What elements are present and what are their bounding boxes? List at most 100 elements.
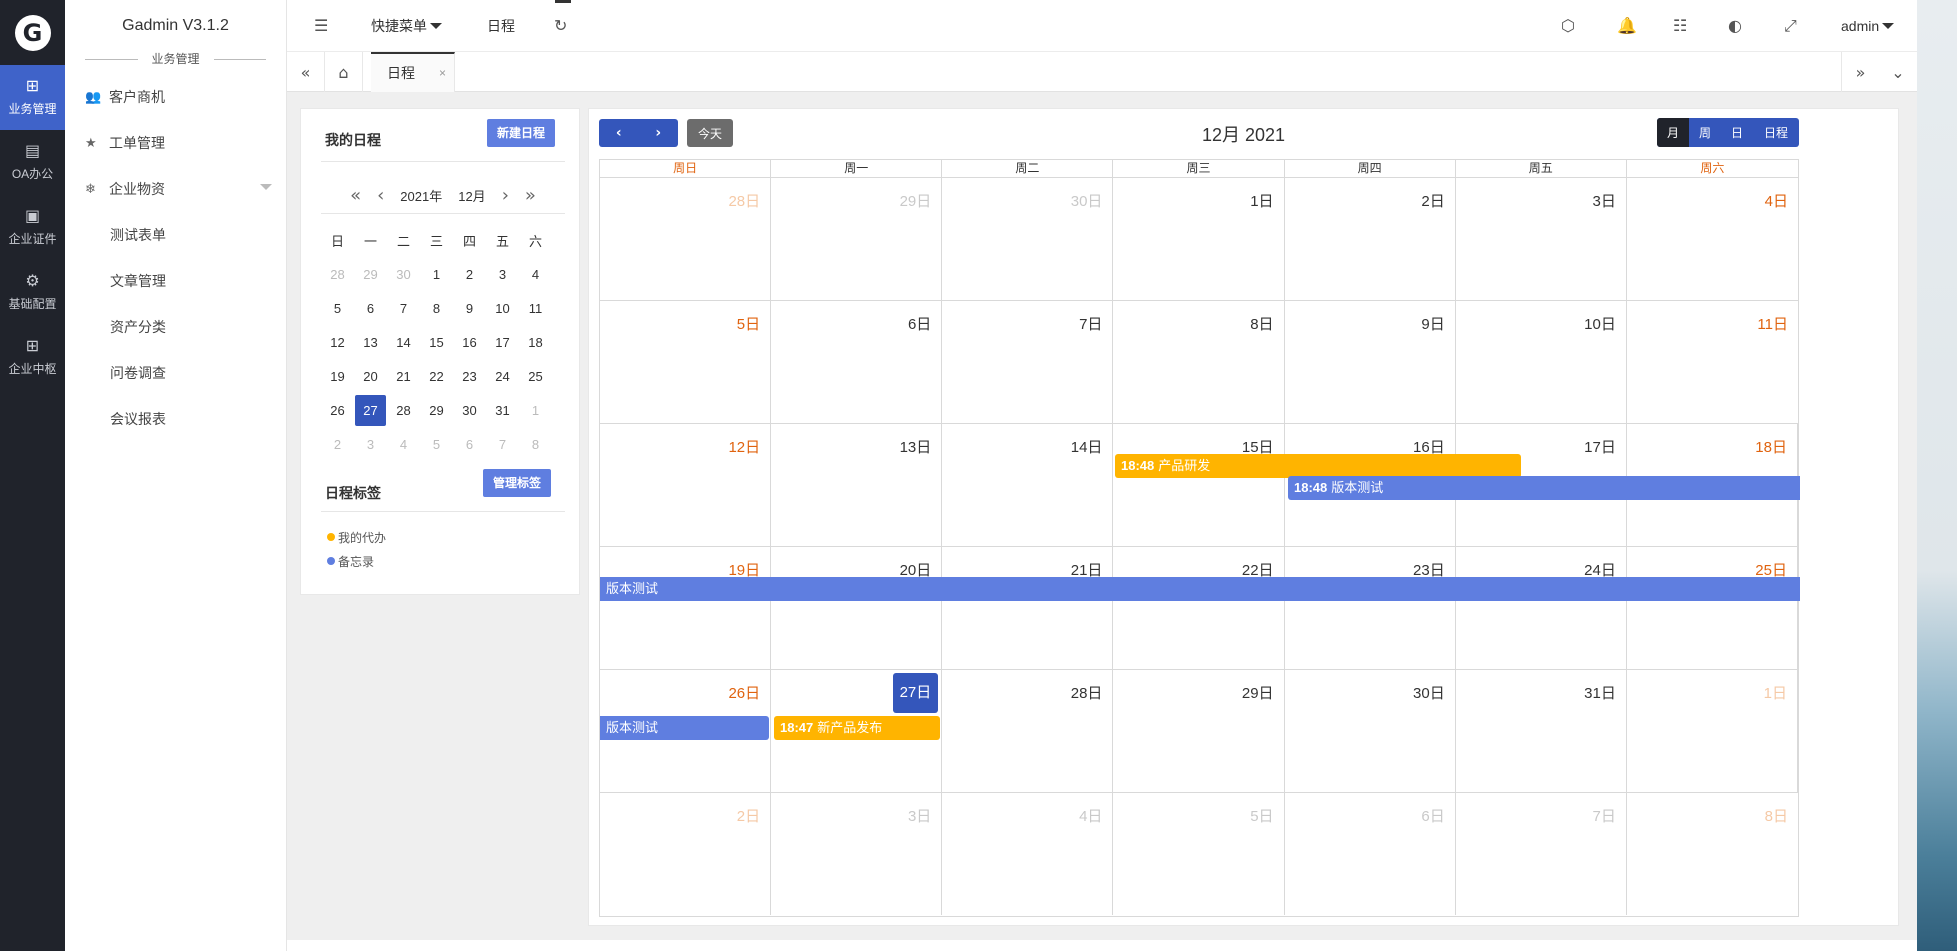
mini-day[interactable]: 15 xyxy=(420,325,453,359)
mini-day[interactable]: 29 xyxy=(420,393,453,427)
cube-icon[interactable]: ⬡ xyxy=(1561,0,1575,52)
calendar-day-cell[interactable]: 3日 xyxy=(771,793,943,915)
home-icon[interactable]: ⌂ xyxy=(325,52,363,92)
calendar-day-cell[interactable]: 28日 xyxy=(942,670,1114,792)
calendar-day-cell[interactable]: 15日 xyxy=(1113,424,1285,546)
logo[interactable]: G xyxy=(0,0,65,65)
calendar-day-cell[interactable]: 24日 xyxy=(1456,547,1627,669)
calendar-day-cell[interactable]: 29日 xyxy=(771,178,943,300)
mini-day[interactable]: 3 xyxy=(354,427,387,461)
calendar-day-cell[interactable]: 8日 xyxy=(1627,793,1798,915)
calendar-day-cell[interactable]: 5日 xyxy=(1113,793,1285,915)
mini-day[interactable]: 18 xyxy=(519,325,552,359)
calendar-day-cell[interactable]: 22日 xyxy=(1113,547,1285,669)
mini-day[interactable]: 8 xyxy=(420,291,453,325)
calendar-day-cell[interactable]: 29日 xyxy=(1113,670,1285,792)
calendar-day-cell[interactable]: 21日 xyxy=(942,547,1114,669)
palette-icon[interactable]: ◐ xyxy=(1728,0,1742,52)
new-schedule-button[interactable]: 新建日程 xyxy=(487,119,555,147)
rail-item-hub[interactable]: ⊞ 企业中枢 xyxy=(0,325,65,390)
mini-day[interactable]: 22 xyxy=(420,359,453,393)
view-agenda-button[interactable]: 日程 xyxy=(1753,118,1799,147)
calendar-day-cell[interactable]: 30日 xyxy=(942,178,1114,300)
mini-day[interactable]: 1 xyxy=(519,393,552,427)
chevron-down-icon[interactable]: ⌄ xyxy=(1879,52,1917,92)
calendar-day-cell[interactable]: 4日 xyxy=(942,793,1114,915)
calendar-day-cell[interactable]: 30日 xyxy=(1285,670,1456,792)
calendar-day-cell[interactable]: 8日 xyxy=(1113,301,1285,423)
menu-item-workorders[interactable]: ★ 工单管理 xyxy=(65,120,286,166)
mini-day[interactable]: 6 xyxy=(453,427,486,461)
calendar-day-cell[interactable]: 2日 xyxy=(600,793,772,915)
calendar-day-cell[interactable]: 25日 xyxy=(1627,547,1798,669)
calendar-day-cell[interactable]: 14日 xyxy=(942,424,1114,546)
mini-day[interactable]: 6 xyxy=(354,291,387,325)
mini-day[interactable]: 28 xyxy=(321,257,354,291)
submenu-item-surveys[interactable]: 问卷调查 xyxy=(65,350,286,396)
mini-day[interactable]: 19 xyxy=(321,359,354,393)
mini-day[interactable]: 31 xyxy=(486,393,519,427)
rail-item-business[interactable]: ⊞ 业务管理 xyxy=(0,65,65,130)
mini-day-today[interactable]: 27 xyxy=(354,393,387,427)
mini-day[interactable]: 28 xyxy=(387,393,420,427)
mini-day[interactable]: 4 xyxy=(519,257,552,291)
rail-item-config[interactable]: ⚙ 基础配置 xyxy=(0,260,65,325)
mini-day[interactable]: 16 xyxy=(453,325,486,359)
view-month-button[interactable]: 月 xyxy=(1657,118,1689,147)
mini-day[interactable]: 11 xyxy=(519,291,552,325)
calendar-day-cell[interactable]: 6日 xyxy=(771,301,943,423)
submenu-item-test-form[interactable]: 测试表单 xyxy=(65,212,286,258)
calendar-day-cell[interactable]: 11日 xyxy=(1627,301,1798,423)
mini-day[interactable]: 9 xyxy=(453,291,486,325)
calendar-event[interactable]: 18:48 版本测试 xyxy=(1288,476,1800,500)
calendar-day-cell[interactable]: 31日 xyxy=(1456,670,1627,792)
calendar-day-cell[interactable]: 13日 xyxy=(771,424,943,546)
mini-day[interactable]: 29 xyxy=(354,257,387,291)
calendar-day-cell[interactable]: 1日 xyxy=(1627,670,1798,792)
mini-day[interactable]: 5 xyxy=(420,427,453,461)
submenu-item-articles[interactable]: 文章管理 xyxy=(65,258,286,304)
mini-day[interactable]: 30 xyxy=(387,257,420,291)
mini-day[interactable]: 7 xyxy=(486,427,519,461)
calendar-day-cell[interactable]: 20日 xyxy=(771,547,943,669)
calendar-event[interactable]: 版本测试 xyxy=(600,716,769,740)
schedule-link[interactable]: 日程 xyxy=(487,0,515,52)
calendar-day-cell[interactable]: 7日 xyxy=(1456,793,1627,915)
tag-item[interactable]: 我的代办 xyxy=(327,525,386,549)
mini-day[interactable]: 13 xyxy=(354,325,387,359)
menu-item-materials[interactable]: ❄ 企业物资 xyxy=(65,166,286,212)
rail-item-certificates[interactable]: ▣ 企业证件 xyxy=(0,195,65,260)
mini-day[interactable]: 5 xyxy=(321,291,354,325)
view-week-button[interactable]: 周 xyxy=(1689,118,1721,147)
calendar-day-cell[interactable]: 12日 xyxy=(600,424,772,546)
calendar-event[interactable]: 18:48 产品研发 xyxy=(1115,454,1521,478)
mini-year[interactable]: 2021年 xyxy=(400,186,442,205)
calendar-day-cell[interactable]: 28日 xyxy=(600,178,772,300)
submenu-item-meeting-reports[interactable]: 会议报表 xyxy=(65,396,286,442)
fullscreen-icon[interactable]: ⤢ xyxy=(1784,0,1797,52)
mini-day[interactable]: 10 xyxy=(486,291,519,325)
mini-day[interactable]: 7 xyxy=(387,291,420,325)
tab-schedule[interactable]: 日程 × xyxy=(371,52,455,92)
calendar-day-cell[interactable]: 23日 xyxy=(1285,547,1456,669)
calendar-day-cell[interactable]: 6日 xyxy=(1285,793,1456,915)
mini-day[interactable]: 20 xyxy=(354,359,387,393)
mini-day[interactable]: 14 xyxy=(387,325,420,359)
quick-menu-dropdown[interactable]: 快捷菜单 xyxy=(371,0,442,52)
mini-day[interactable]: 30 xyxy=(453,393,486,427)
menu-toggle-icon[interactable]: ☰ xyxy=(314,0,328,52)
mini-day[interactable]: 2 xyxy=(321,427,354,461)
prev-month-icon[interactable]: ‹ xyxy=(377,185,384,206)
mini-day[interactable]: 21 xyxy=(387,359,420,393)
tabs-scroll-right-icon[interactable]: » xyxy=(1841,52,1879,92)
calendar-day-cell[interactable]: 3日 xyxy=(1456,178,1627,300)
mini-day[interactable]: 1 xyxy=(420,257,453,291)
calendar-day-cell[interactable]: 19日 xyxy=(600,547,772,669)
submenu-item-asset-categories[interactable]: 资产分类 xyxy=(65,304,286,350)
menu-item-customers[interactable]: 👥 客户商机 xyxy=(65,74,286,120)
user-menu[interactable]: admin xyxy=(1841,0,1895,52)
calendar-day-cell[interactable]: 5日 xyxy=(600,301,772,423)
prev-year-icon[interactable]: « xyxy=(350,185,361,206)
calendar-day-cell[interactable]: 4日 xyxy=(1627,178,1798,300)
refresh-icon[interactable]: ↻ xyxy=(554,0,567,52)
